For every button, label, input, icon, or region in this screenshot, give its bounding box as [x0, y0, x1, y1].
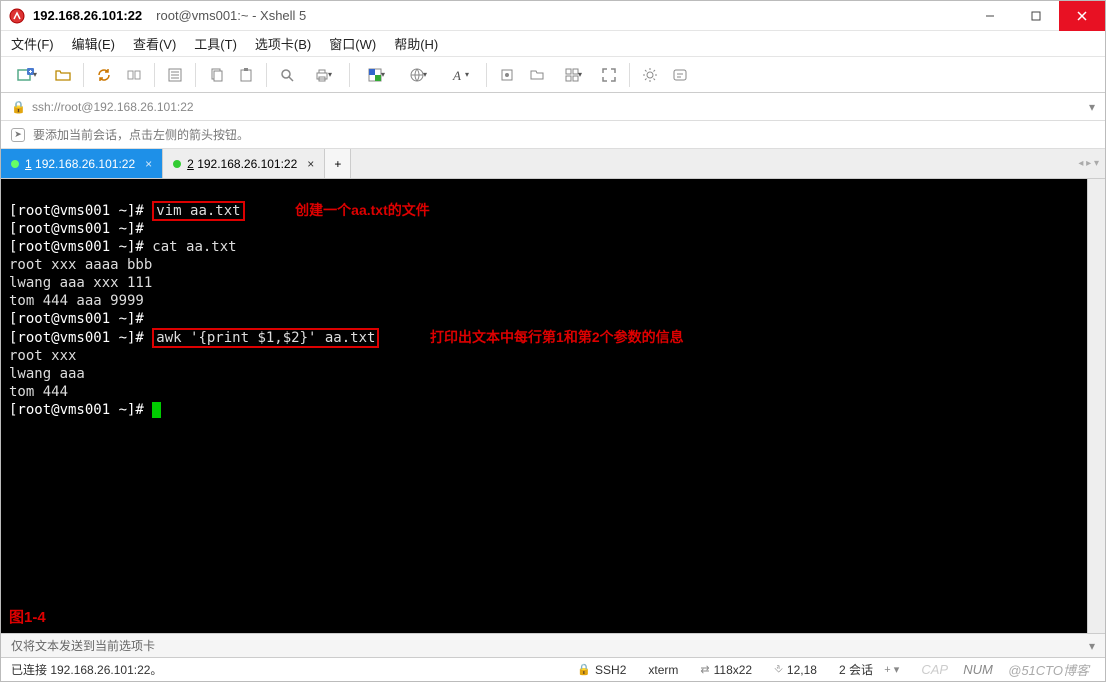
toolbar-separator — [629, 63, 630, 87]
menu-tools[interactable]: 工具(T) — [194, 34, 237, 53]
compose-placeholder: 仅将文本发送到当前选项卡 — [11, 637, 155, 654]
compose-bar[interactable]: 仅将文本发送到当前选项卡 ▾ — [1, 633, 1105, 657]
menu-file[interactable]: 文件(F) — [11, 34, 54, 53]
menu-tabs[interactable]: 选项卡(B) — [255, 34, 311, 53]
highlighted-command: awk '{print $1,$2}' aa.txt — [152, 328, 379, 348]
tab-close-icon[interactable]: × — [307, 157, 314, 171]
terminal-output-line: lwang aaa xxx 111 — [9, 275, 152, 291]
terminal-prompt: [root@vms001 ~]# — [9, 239, 144, 255]
encoding-button[interactable]: ▾ — [398, 61, 438, 89]
address-bar[interactable]: 🔒 ssh://root@192.168.26.101:22 ▾ — [1, 93, 1105, 121]
properties-button[interactable] — [161, 61, 189, 89]
find-button[interactable] — [273, 61, 301, 89]
terminal-prompt: [root@vms001 ~]# — [9, 311, 144, 327]
menu-edit[interactable]: 编辑(E) — [72, 34, 115, 53]
tab-nav-arrows[interactable]: ◂ ▸ ▾ — [1078, 149, 1099, 178]
terminal-prompt: [root@vms001 ~]# — [9, 330, 144, 346]
toolbar-separator — [83, 63, 84, 87]
terminal-output-line: lwang aaa — [9, 366, 85, 382]
session-tab-active[interactable]: 1 192.168.26.101:22 × — [1, 149, 163, 178]
close-button[interactable] — [1059, 1, 1105, 31]
minimize-button[interactable] — [967, 1, 1013, 31]
disconnect-button[interactable] — [120, 61, 148, 89]
new-tab-button[interactable]: + — [325, 149, 351, 178]
figure-label: 图1-4 — [9, 609, 46, 627]
status-sessions: 2 会话 — [839, 661, 873, 678]
lock-icon: 🔒 — [577, 663, 591, 676]
terminal-output-line: tom 444 — [9, 384, 68, 400]
tab-number: 2 — [187, 157, 194, 171]
terminal-prompt: [root@vms001 ~]# — [9, 203, 144, 219]
status-bar: 已连接 192.168.26.101:22。 🔒 SSH2 xterm ⇄ 118… — [1, 657, 1105, 681]
print-button[interactable]: ▾ — [303, 61, 343, 89]
menu-help[interactable]: 帮助(H) — [394, 34, 438, 53]
status-protocol: SSH2 — [595, 663, 626, 677]
toolbar-separator — [486, 63, 487, 87]
toolbar: ▾ ▾ ▾ ▾ A▾ ▾ — [1, 57, 1105, 93]
terminal-command: cat aa.txt — [152, 239, 236, 255]
session-hint-text: 要添加当前会话，点击左侧的箭头按钮。 — [33, 126, 249, 143]
cursor-pos-icon: ⎀ — [774, 663, 783, 676]
terminal-output-line: root xxx aaaa bbb — [9, 257, 152, 273]
status-connected: 已连接 192.168.26.101:22。 — [11, 661, 162, 678]
reconnect-button[interactable] — [90, 61, 118, 89]
compose-button[interactable] — [666, 61, 694, 89]
terminal-prompt: [root@vms001 ~]# — [9, 402, 144, 418]
tab-bar: 1 192.168.26.101:22 × 2 192.168.26.101:2… — [1, 149, 1105, 179]
status-cursor-pos: 12,18 — [787, 663, 817, 677]
app-icon — [9, 8, 25, 24]
font-button[interactable]: A▾ — [440, 61, 480, 89]
terminal-prompt: [root@vms001 ~]# — [9, 221, 144, 237]
resize-icon: ⇄ — [700, 663, 709, 676]
session-hint-bar: ➤ 要添加当前会话，点击左侧的箭头按钮。 — [1, 121, 1105, 149]
highlighted-command: vim aa.txt — [152, 201, 244, 221]
toolbar-separator — [266, 63, 267, 87]
xftp-button[interactable] — [523, 61, 551, 89]
toolbar-separator — [349, 63, 350, 87]
session-tab[interactable]: 2 192.168.26.101:22 × — [163, 149, 325, 178]
annotation-text: 打印出文本中每行第1和第2个参数的信息 — [430, 329, 684, 345]
fullscreen-button[interactable] — [595, 61, 623, 89]
window-title-subtitle: root@vms001:~ - Xshell 5 — [156, 8, 306, 23]
add-session-arrow-icon[interactable]: ➤ — [11, 128, 25, 142]
tab-label: 192.168.26.101:22 — [197, 157, 297, 171]
paste-button[interactable] — [232, 61, 260, 89]
tab-number: 1 — [25, 157, 32, 171]
open-folder-button[interactable] — [49, 61, 77, 89]
vertical-scrollbar[interactable] — [1087, 179, 1105, 633]
compose-dropdown-icon[interactable]: ▾ — [1089, 639, 1095, 653]
status-dot-icon — [11, 160, 19, 168]
copy-button[interactable] — [202, 61, 230, 89]
annotation-text: 创建一个aa.txt的文件 — [295, 202, 430, 218]
terminal-output-line: tom 444 aaa 9999 — [9, 293, 144, 309]
tab-close-icon[interactable]: × — [145, 157, 152, 171]
sessions-dropdown-icon[interactable]: + ▾ — [884, 663, 899, 676]
status-dot-icon — [173, 160, 181, 168]
toolbar-separator — [154, 63, 155, 87]
status-terminal-size: 118x22 — [714, 663, 752, 677]
terminal-area[interactable]: [root@vms001 ~]# vim aa.txt 创建一个aa.txt的文… — [1, 179, 1105, 633]
xagent-button[interactable] — [493, 61, 521, 89]
color-scheme-button[interactable]: ▾ — [356, 61, 396, 89]
terminal-content: [root@vms001 ~]# vim aa.txt 创建一个aa.txt的文… — [1, 179, 1105, 441]
menubar: 文件(F) 编辑(E) 查看(V) 工具(T) 选项卡(B) 窗口(W) 帮助(… — [1, 31, 1105, 57]
toolbar-separator — [195, 63, 196, 87]
address-url: ssh://root@192.168.26.101:22 — [32, 100, 194, 114]
menu-view[interactable]: 查看(V) — [133, 34, 176, 53]
menu-window[interactable]: 窗口(W) — [329, 34, 376, 53]
settings-button[interactable] — [636, 61, 664, 89]
window-titlebar: 192.168.26.101:22 root@vms001:~ - Xshell… — [1, 1, 1105, 31]
tab-label: 192.168.26.101:22 — [35, 157, 135, 171]
lock-icon: 🔒 — [11, 100, 26, 114]
new-session-button[interactable]: ▾ — [7, 61, 47, 89]
tile-button[interactable]: ▾ — [553, 61, 593, 89]
address-dropdown-icon[interactable]: ▾ — [1089, 100, 1095, 114]
maximize-button[interactable] — [1013, 1, 1059, 31]
watermark-text: CAP NUM @51CTO博客 — [915, 660, 1095, 679]
terminal-cursor — [152, 402, 161, 418]
window-title-address: 192.168.26.101:22 — [33, 8, 142, 23]
status-term-type: xterm — [642, 663, 684, 677]
svg-text:A: A — [452, 68, 461, 83]
terminal-output-line: root xxx — [9, 348, 76, 364]
